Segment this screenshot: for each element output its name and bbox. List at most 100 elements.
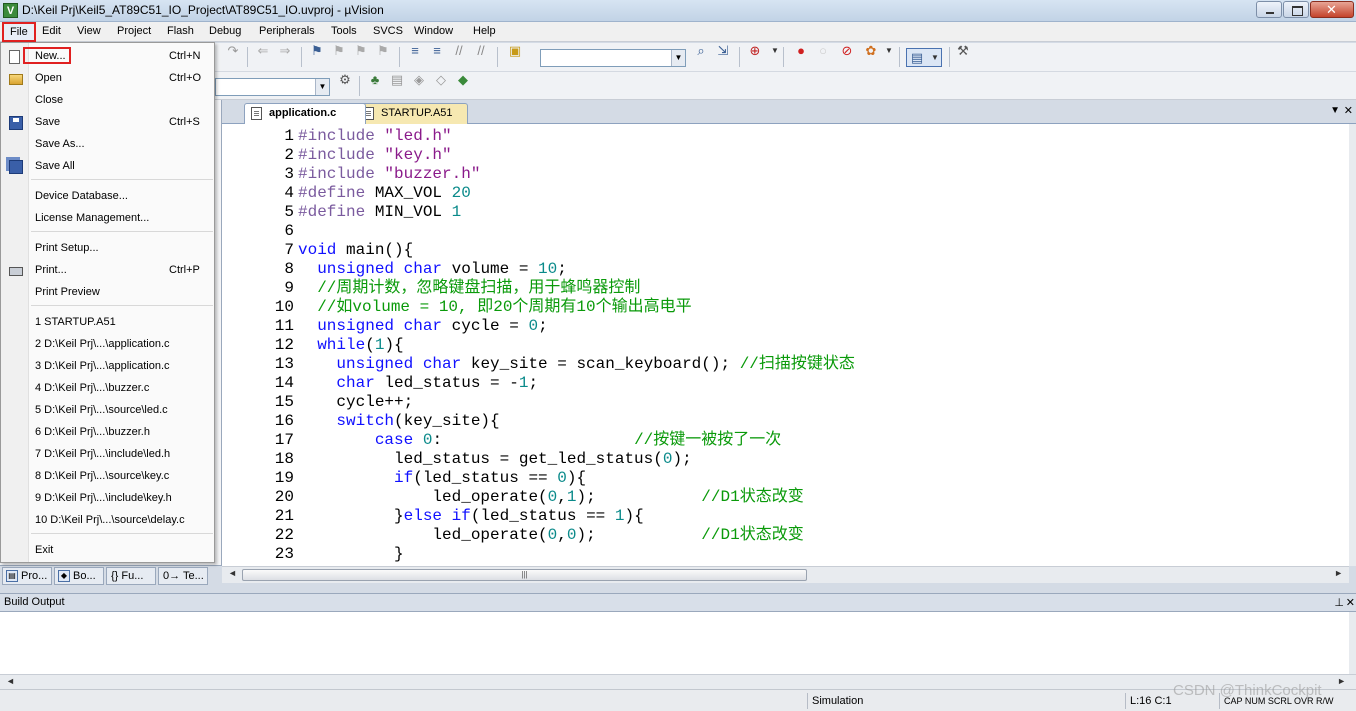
file-menu-item[interactable]: 1 STARTUP.A51	[1, 312, 214, 334]
code-text[interactable]: #include "led.h"	[298, 127, 452, 146]
manage-components-icon[interactable]: ♣	[367, 72, 383, 88]
code-text[interactable]: while(1){	[298, 336, 403, 355]
file-menu-item[interactable]: Save Ctrl+S	[1, 112, 214, 134]
close-window-button[interactable]	[1310, 1, 1354, 18]
menu-help[interactable]: Help	[473, 25, 496, 37]
close-tab-icon[interactable]: ✕	[1344, 104, 1353, 117]
scroll-right-icon[interactable]: ►	[1337, 676, 1346, 686]
menu-window[interactable]: Window	[414, 25, 453, 37]
uncomment-icon[interactable]: //	[473, 43, 489, 59]
code-text[interactable]: led_operate(0,0); //D1状态改变	[298, 526, 803, 545]
code-text[interactable]: led_operate(0,1); //D1状态改变	[298, 488, 803, 507]
find-in-files-icon[interactable]: ▣	[507, 43, 523, 59]
code-text[interactable]: cycle++;	[298, 393, 413, 412]
menu-edit[interactable]: Edit	[42, 25, 61, 37]
find-combo[interactable]: ▼	[540, 49, 686, 67]
pin-icon[interactable]: ⊥	[1334, 595, 1344, 612]
scroll-right-icon[interactable]: ►	[1334, 568, 1343, 578]
code-editor[interactable]: 1 #include "led.h" 2 #include "key.h" 3 #incl…	[222, 124, 1356, 566]
comment-icon[interactable]: //	[451, 43, 467, 59]
file-menu-item[interactable]: Print... Ctrl+P	[1, 260, 214, 282]
file-menu-item[interactable]: Open Ctrl+O	[1, 68, 214, 90]
debug-session-icon[interactable]: ⊕	[747, 43, 763, 59]
file-menu-item[interactable]: 3 D:\Keil Prj\...\application.c	[1, 356, 214, 378]
code-text[interactable]: }	[298, 545, 404, 564]
back-icon[interactable]: ⇐	[255, 43, 271, 59]
build-output-horizontal-scrollbar[interactable]: ◄ ►	[0, 674, 1356, 689]
run-time-environment-icon[interactable]: ◇	[433, 72, 449, 88]
file-menu-item[interactable]: 10 D:\Keil Prj\...\source\delay.c	[1, 510, 214, 532]
scroll-left-icon[interactable]: ◄	[6, 676, 15, 686]
configure-wrench-icon[interactable]: ⚒	[955, 43, 971, 59]
code-text[interactable]: #define MIN_VOL 1	[298, 203, 461, 222]
code-text[interactable]: #include "buzzer.h"	[298, 165, 480, 184]
code-text[interactable]: //周期计数，忽略键盘扫描，用于蜂鸣器控制	[298, 279, 640, 298]
incremental-find-icon[interactable]: ⇲	[715, 43, 731, 59]
tab-templates[interactable]: 0→ Te...	[158, 567, 208, 585]
disable-breakpoint-icon[interactable]: ○	[815, 43, 831, 59]
file-menu-item[interactable]: Print Setup...	[1, 238, 214, 260]
minimize-button[interactable]	[1256, 1, 1282, 18]
editor-horizontal-scrollbar[interactable]: ◄ ||| ►	[222, 566, 1349, 583]
code-text[interactable]: #include "key.h"	[298, 146, 452, 165]
build-output-vertical-scrollbar[interactable]	[1349, 612, 1356, 674]
build-target-icon[interactable]: ◆	[455, 72, 471, 88]
chevron-down-icon[interactable]: ▼	[671, 50, 685, 66]
pack-installer-icon[interactable]: ◈	[411, 72, 427, 88]
code-text[interactable]: if(led_status == 0){	[298, 469, 586, 488]
code-text[interactable]: unsigned char cycle = 0;	[298, 317, 547, 336]
code-text[interactable]: unsigned char volume = 10;	[298, 260, 567, 279]
file-menu-item[interactable]: Print Preview	[1, 282, 214, 304]
editor-vertical-scrollbar[interactable]	[1349, 124, 1356, 566]
menu-flash[interactable]: Flash	[167, 25, 194, 37]
file-menu-item[interactable]: 4 D:\Keil Prj\...\buzzer.c	[1, 378, 214, 400]
build-output-text[interactable]	[0, 612, 1349, 674]
window-layout-button[interactable]: ▤ ▼	[906, 48, 942, 67]
target-combo[interactable]: ▼	[215, 78, 330, 96]
tab-project[interactable]: ▤ Pro...	[2, 567, 52, 585]
file-menu-item[interactable]: Save As...	[1, 134, 214, 156]
code-text[interactable]: void main(){	[298, 241, 413, 260]
close-panel-icon[interactable]: ✕	[1346, 595, 1355, 612]
scroll-thumb[interactable]: |||	[242, 569, 807, 581]
redo-icon[interactable]: ↷	[225, 43, 241, 59]
select-software-packs-icon[interactable]: ▤	[389, 72, 405, 88]
file-menu-item[interactable]: 7 D:\Keil Prj\...\include\led.h	[1, 444, 214, 466]
disable-all-breakpoints-icon[interactable]: ✿	[863, 43, 879, 59]
tab-startup-a51[interactable]: STARTUP.A51	[356, 103, 468, 124]
code-text[interactable]: }else if(led_status == 1){	[298, 507, 644, 526]
find-icon[interactable]: ⌕	[693, 43, 709, 59]
code-text[interactable]: //如volume = 10, 即20个周期有10个输出高电平	[298, 298, 691, 317]
chevron-down-icon[interactable]: ▼	[881, 43, 897, 59]
unindent-icon[interactable]: ≡	[429, 43, 445, 59]
menu-file[interactable]: File	[2, 22, 36, 42]
menu-view[interactable]: View	[77, 25, 101, 37]
forward-icon[interactable]: ⇒	[277, 43, 293, 59]
file-menu-item[interactable]: Save All	[1, 156, 214, 178]
scroll-left-icon[interactable]: ◄	[228, 568, 237, 578]
chevron-down-icon[interactable]: ▼	[315, 79, 329, 95]
file-menu-item[interactable]: 2 D:\Keil Prj\...\application.c	[1, 334, 214, 356]
code-text[interactable]: switch(key_site){	[298, 412, 499, 431]
indent-icon[interactable]: ≡	[407, 43, 423, 59]
file-menu-item[interactable]: License Management...	[1, 208, 214, 230]
file-menu-item[interactable]: Close	[1, 90, 214, 112]
file-menu-item[interactable]: 9 D:\Keil Prj\...\include\key.h	[1, 488, 214, 510]
file-menu-item[interactable]: 6 D:\Keil Prj\...\buzzer.h	[1, 422, 214, 444]
file-menu-item[interactable]: 5 D:\Keil Prj\...\source\led.c	[1, 400, 214, 422]
tab-list-dropdown-icon[interactable]: ▼	[1330, 105, 1340, 116]
file-menu-item[interactable]: 8 D:\Keil Prj\...\source\key.c	[1, 466, 214, 488]
target-options-icon[interactable]: ⚙	[337, 72, 353, 88]
menu-debug[interactable]: Debug	[209, 25, 241, 37]
code-text[interactable]: char led_status = -1;	[298, 374, 538, 393]
menu-project[interactable]: Project	[117, 25, 151, 37]
prev-bookmark-icon[interactable]: ⚑	[331, 43, 347, 59]
bookmark-icon[interactable]: ⚑	[309, 43, 325, 59]
code-text[interactable]: led_status = get_led_status(0);	[298, 450, 692, 469]
tab-application-c[interactable]: application.c	[244, 103, 366, 124]
file-menu-item[interactable]: Exit	[1, 540, 214, 562]
menu-tools[interactable]: Tools	[331, 25, 357, 37]
maximize-button[interactable]	[1283, 1, 1309, 18]
menu-svcs[interactable]: SVCS	[373, 25, 403, 37]
breakpoint-icon[interactable]: ●	[793, 43, 809, 59]
